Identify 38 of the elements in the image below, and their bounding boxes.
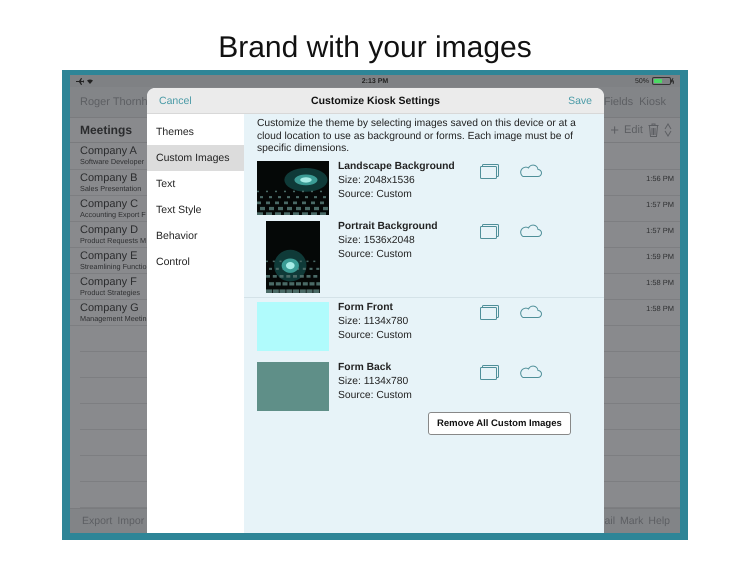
wifi-icon (87, 78, 93, 84)
stacked-frames-icon[interactable] (480, 164, 499, 178)
cloud-icon[interactable] (519, 164, 542, 176)
headline: Brand with your images (218, 30, 532, 66)
image-size: Size: 1134x780 (338, 314, 410, 328)
stacked-frames-icon[interactable] (480, 304, 499, 320)
save-button[interactable]: Save (568, 94, 592, 106)
image-source: Source: Custom (338, 389, 413, 403)
stacked-frames-icon[interactable] (480, 224, 499, 238)
sort-icon[interactable] (664, 123, 672, 138)
cancel-button[interactable]: Cancel (159, 94, 192, 106)
image-source: Source: Custom (338, 248, 413, 262)
airplane-icon (76, 78, 84, 84)
menu-item[interactable]: Text Style (147, 197, 244, 223)
image-size: Size: 2048x1536 (338, 174, 416, 188)
cloud-icon[interactable] (519, 224, 542, 236)
image-title: Form Front (338, 302, 394, 314)
image-source: Source: Custom (338, 329, 413, 343)
stacked-frames-icon[interactable] (480, 364, 499, 380)
image-source: Source: Custom (338, 188, 413, 202)
image-title: Form Back (338, 362, 392, 374)
menu-item[interactable]: Text (147, 171, 244, 197)
image-size: Size: 1536x2048 (338, 234, 416, 248)
image-size: Size: 1134x780 (338, 374, 410, 388)
dialog-title: Customize Kiosk Settings (311, 94, 440, 106)
cloud-icon[interactable] (519, 304, 542, 318)
list-title: Meetings (80, 123, 132, 138)
menu-item[interactable]: Control (147, 249, 244, 275)
cloud-icon[interactable] (519, 364, 542, 378)
menu-item[interactable]: Behavior (147, 223, 244, 249)
menu-item[interactable]: Themes (147, 119, 244, 145)
trash-icon[interactable] (648, 123, 659, 138)
description-text: Customize the theme by selecting images saved on this device or at a cloud location to use as background or forms. Each image must be of specific dimensions. (257, 118, 577, 156)
remove-images-button[interactable]: Remove All Custom Images (428, 412, 571, 434)
battery-icon (652, 77, 674, 85)
image-title: Landscape Background (338, 160, 456, 172)
image-title: Portrait Background (338, 220, 439, 232)
menu-item[interactable]: Custom Images (147, 145, 244, 171)
